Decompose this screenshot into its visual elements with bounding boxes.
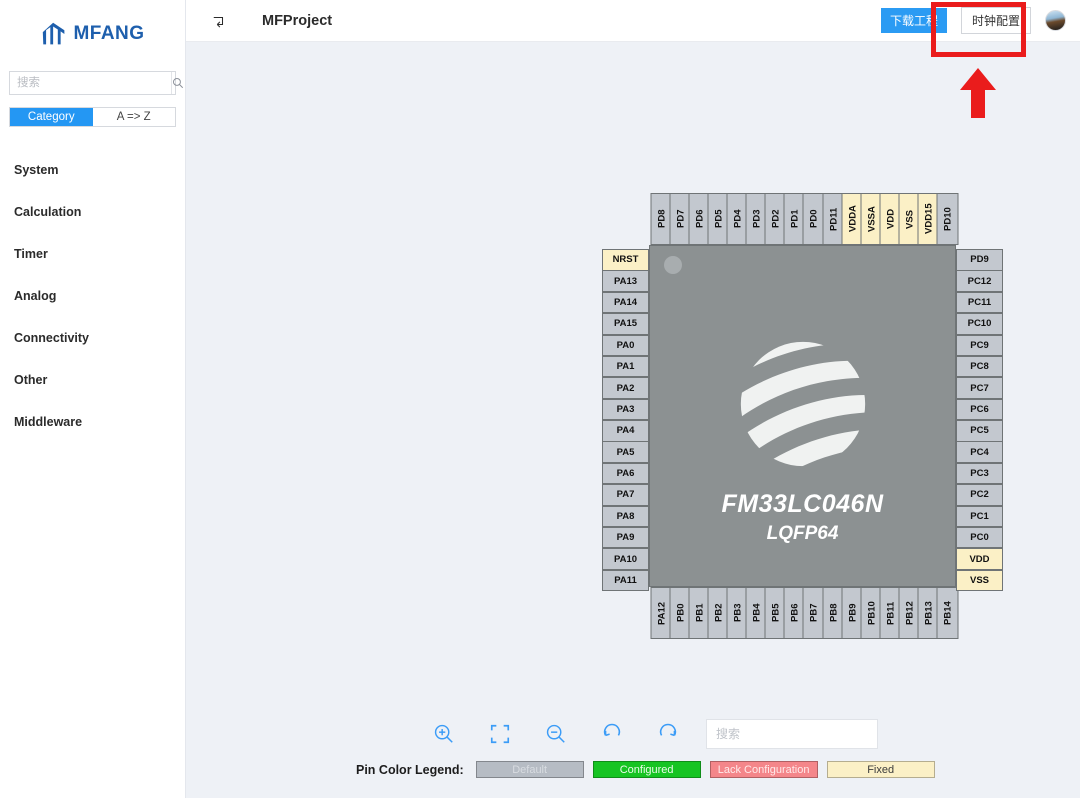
pin-pa4[interactable]: PA4: [602, 420, 649, 442]
clock-config-button[interactable]: 时钟配置: [960, 7, 1031, 34]
pin-pa8[interactable]: PA8: [602, 505, 649, 527]
sidebar: MFANG Category A => Z System Calculation…: [0, 0, 186, 798]
canvas-toolbar: [416, 714, 878, 754]
pin-pc1[interactable]: PC1: [956, 505, 1003, 527]
pin-pa2[interactable]: PA2: [602, 377, 649, 399]
pin-pa7[interactable]: PA7: [602, 484, 649, 506]
pin-pa3[interactable]: PA3: [602, 398, 649, 421]
pin-pa14[interactable]: PA14: [602, 291, 649, 314]
brand-name: MFANG: [73, 22, 145, 44]
pin-pb14[interactable]: PB14: [936, 587, 959, 639]
rotate-right-icon[interactable]: [640, 714, 696, 754]
sidebar-view-toggle: Category A => Z: [9, 107, 176, 127]
pin-pd9[interactable]: PD9: [956, 249, 1003, 271]
sidebar-item-connectivity[interactable]: Connectivity: [0, 317, 185, 359]
pin-pb11[interactable]: PB11: [879, 587, 902, 639]
pin-pc4[interactable]: PC4: [956, 441, 1003, 463]
pin-pa15[interactable]: PA15: [602, 313, 649, 335]
pin-vss[interactable]: VSS: [956, 569, 1003, 592]
sidebar-item-system[interactable]: System: [0, 149, 185, 191]
pin-pa10[interactable]: PA10: [602, 548, 649, 570]
brand-logo[interactable]: MFANG: [0, 0, 185, 67]
toggle-category[interactable]: Category: [10, 108, 93, 126]
toggle-alphabetical[interactable]: A => Z: [92, 108, 175, 126]
search-input[interactable]: [10, 72, 171, 94]
sidebar-item-timer[interactable]: Timer: [0, 233, 185, 275]
legend-lack-configuration[interactable]: Lack Configuration: [709, 761, 818, 778]
sidebar-item-middleware[interactable]: Middleware: [0, 401, 185, 443]
legend-default[interactable]: Default: [475, 761, 584, 778]
pin-pa1[interactable]: PA1: [602, 355, 649, 378]
back-arrow-icon[interactable]: [212, 14, 226, 28]
pin-pc8[interactable]: PC8: [956, 355, 1003, 378]
pin-pa0[interactable]: PA0: [602, 334, 649, 356]
fit-screen-icon[interactable]: [472, 714, 528, 754]
mfang-mark-icon: [43, 22, 65, 44]
sidebar-item-calculation[interactable]: Calculation: [0, 191, 185, 233]
zoom-out-icon[interactable]: [528, 714, 584, 754]
avatar[interactable]: [1045, 10, 1066, 31]
chip-body: FM33LC046N LQFP64: [649, 245, 956, 587]
sidebar-item-analog[interactable]: Analog: [0, 275, 185, 317]
chip-canvas[interactable]: FM33LC046N LQFP64 PD8 PD7 PD6 PD5 PD4 PD3 PD2 P…: [186, 42, 1080, 798]
pin-pb7[interactable]: PB7: [803, 587, 825, 639]
chip-orientation-dot: [664, 256, 682, 274]
pin-pb9[interactable]: PB9: [841, 587, 864, 639]
pin-pa9[interactable]: PA9: [602, 526, 649, 549]
page-title: MFProject: [262, 12, 333, 29]
pin-vdda[interactable]: VDDA: [841, 193, 864, 245]
pin-nrst[interactable]: NRST: [602, 249, 649, 271]
pin-pb8[interactable]: PB8: [822, 587, 845, 639]
pin-pc12[interactable]: PC12: [956, 270, 1003, 292]
pin-vdd[interactable]: VDD: [956, 548, 1003, 570]
chip-package: LQFP64: [766, 523, 839, 544]
rotate-left-icon[interactable]: [584, 714, 640, 754]
pin-pc9[interactable]: PC9: [956, 334, 1003, 356]
canvas-search-input[interactable]: [716, 727, 871, 741]
header-actions: 下载工程 时钟配置: [880, 7, 1080, 34]
app-header: MFProject 下载工程 时钟配置: [186, 0, 1080, 42]
pin-pa13[interactable]: PA13: [602, 270, 649, 292]
pin-color-legend: Pin Color Legend: Default Configured Lac…: [356, 761, 935, 778]
search-icon[interactable]: [171, 72, 184, 94]
pin-pc5[interactable]: PC5: [956, 420, 1003, 442]
canvas-search[interactable]: [706, 719, 878, 749]
globe-logo-icon: [740, 341, 865, 467]
pin-vdd[interactable]: VDD: [879, 193, 902, 245]
legend-configured[interactable]: Configured: [592, 761, 701, 778]
pin-pc0[interactable]: PC0: [956, 526, 1003, 549]
pin-pc3[interactable]: PC3: [956, 462, 1003, 485]
download-project-button[interactable]: 下载工程: [880, 8, 947, 33]
app-root: MFANG Category A => Z System Calculation…: [0, 0, 1080, 798]
sidebar-search[interactable]: [9, 71, 184, 95]
pin-pc6[interactable]: PC6: [956, 398, 1003, 421]
chip-diagram: FM33LC046N LQFP64 PD8 PD7 PD6 PD5 PD4 PD3 PD2 P…: [601, 192, 1004, 640]
pin-pc7[interactable]: PC7: [956, 377, 1003, 399]
pin-pa6[interactable]: PA6: [602, 462, 649, 485]
pin-pc10[interactable]: PC10: [956, 313, 1003, 335]
chip-part-number: FM33LC046N: [721, 490, 884, 518]
pin-pa11[interactable]: PA11: [602, 569, 649, 592]
legend-title: Pin Color Legend:: [356, 762, 464, 777]
zoom-in-icon[interactable]: [416, 714, 472, 754]
pin-pc2[interactable]: PC2: [956, 484, 1003, 506]
legend-fixed[interactable]: Fixed: [826, 761, 935, 778]
pin-pc11[interactable]: PC11: [956, 291, 1003, 314]
pin-vssa[interactable]: VSSA: [860, 193, 883, 245]
sidebar-category-list: System Calculation Timer Analog Connecti…: [0, 149, 185, 443]
sidebar-item-other[interactable]: Other: [0, 359, 185, 401]
pin-pd11[interactable]: PD11: [822, 193, 845, 245]
pin-pa5[interactable]: PA5: [602, 441, 649, 463]
pin-pb10[interactable]: PB10: [860, 587, 883, 639]
pin-pd10[interactable]: PD10: [936, 193, 959, 245]
pin-pd0[interactable]: PD0: [803, 193, 825, 245]
